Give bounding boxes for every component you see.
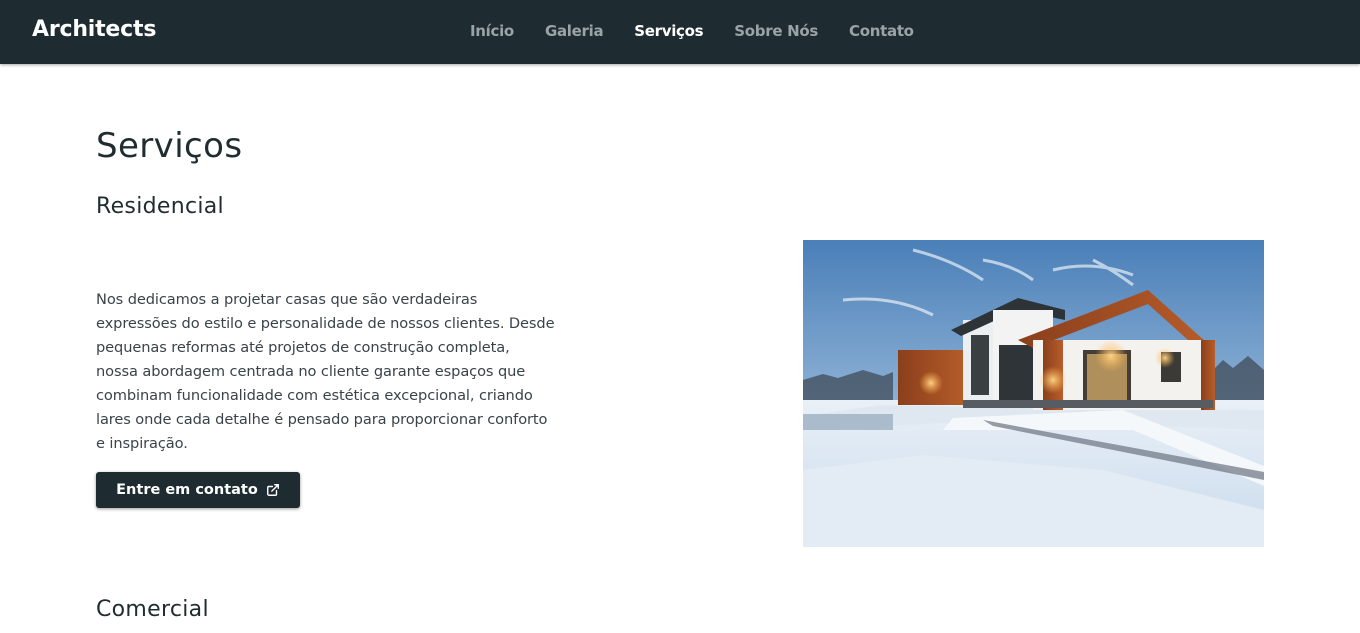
- nav-link-inicio[interactable]: Início: [470, 22, 514, 40]
- nav-links: Início Galeria Serviços Sobre Nós Contat…: [470, 22, 945, 40]
- nav-link-servicos[interactable]: Serviços: [634, 22, 703, 40]
- section-title-comercial: Comercial: [96, 597, 209, 622]
- contact-button-label: Entre em contato: [116, 482, 258, 498]
- brand-logo[interactable]: Architects: [32, 17, 156, 42]
- nav-link-galeria[interactable]: Galeria: [545, 22, 604, 40]
- residencial-description: Nos dedicamos a projetar casas que são v…: [96, 291, 555, 452]
- top-navbar: Architects Início Galeria Serviços Sobre…: [0, 0, 1360, 64]
- house-image: [803, 240, 1264, 547]
- page-title: Serviços: [96, 126, 243, 166]
- external-link-icon: [266, 483, 280, 497]
- section-title-residencial: Residencial: [96, 194, 224, 219]
- nav-link-sobre-nos[interactable]: Sobre Nós: [734, 22, 818, 40]
- contact-button[interactable]: Entre em contato: [96, 472, 300, 508]
- nav-link-contato[interactable]: Contato: [849, 22, 914, 40]
